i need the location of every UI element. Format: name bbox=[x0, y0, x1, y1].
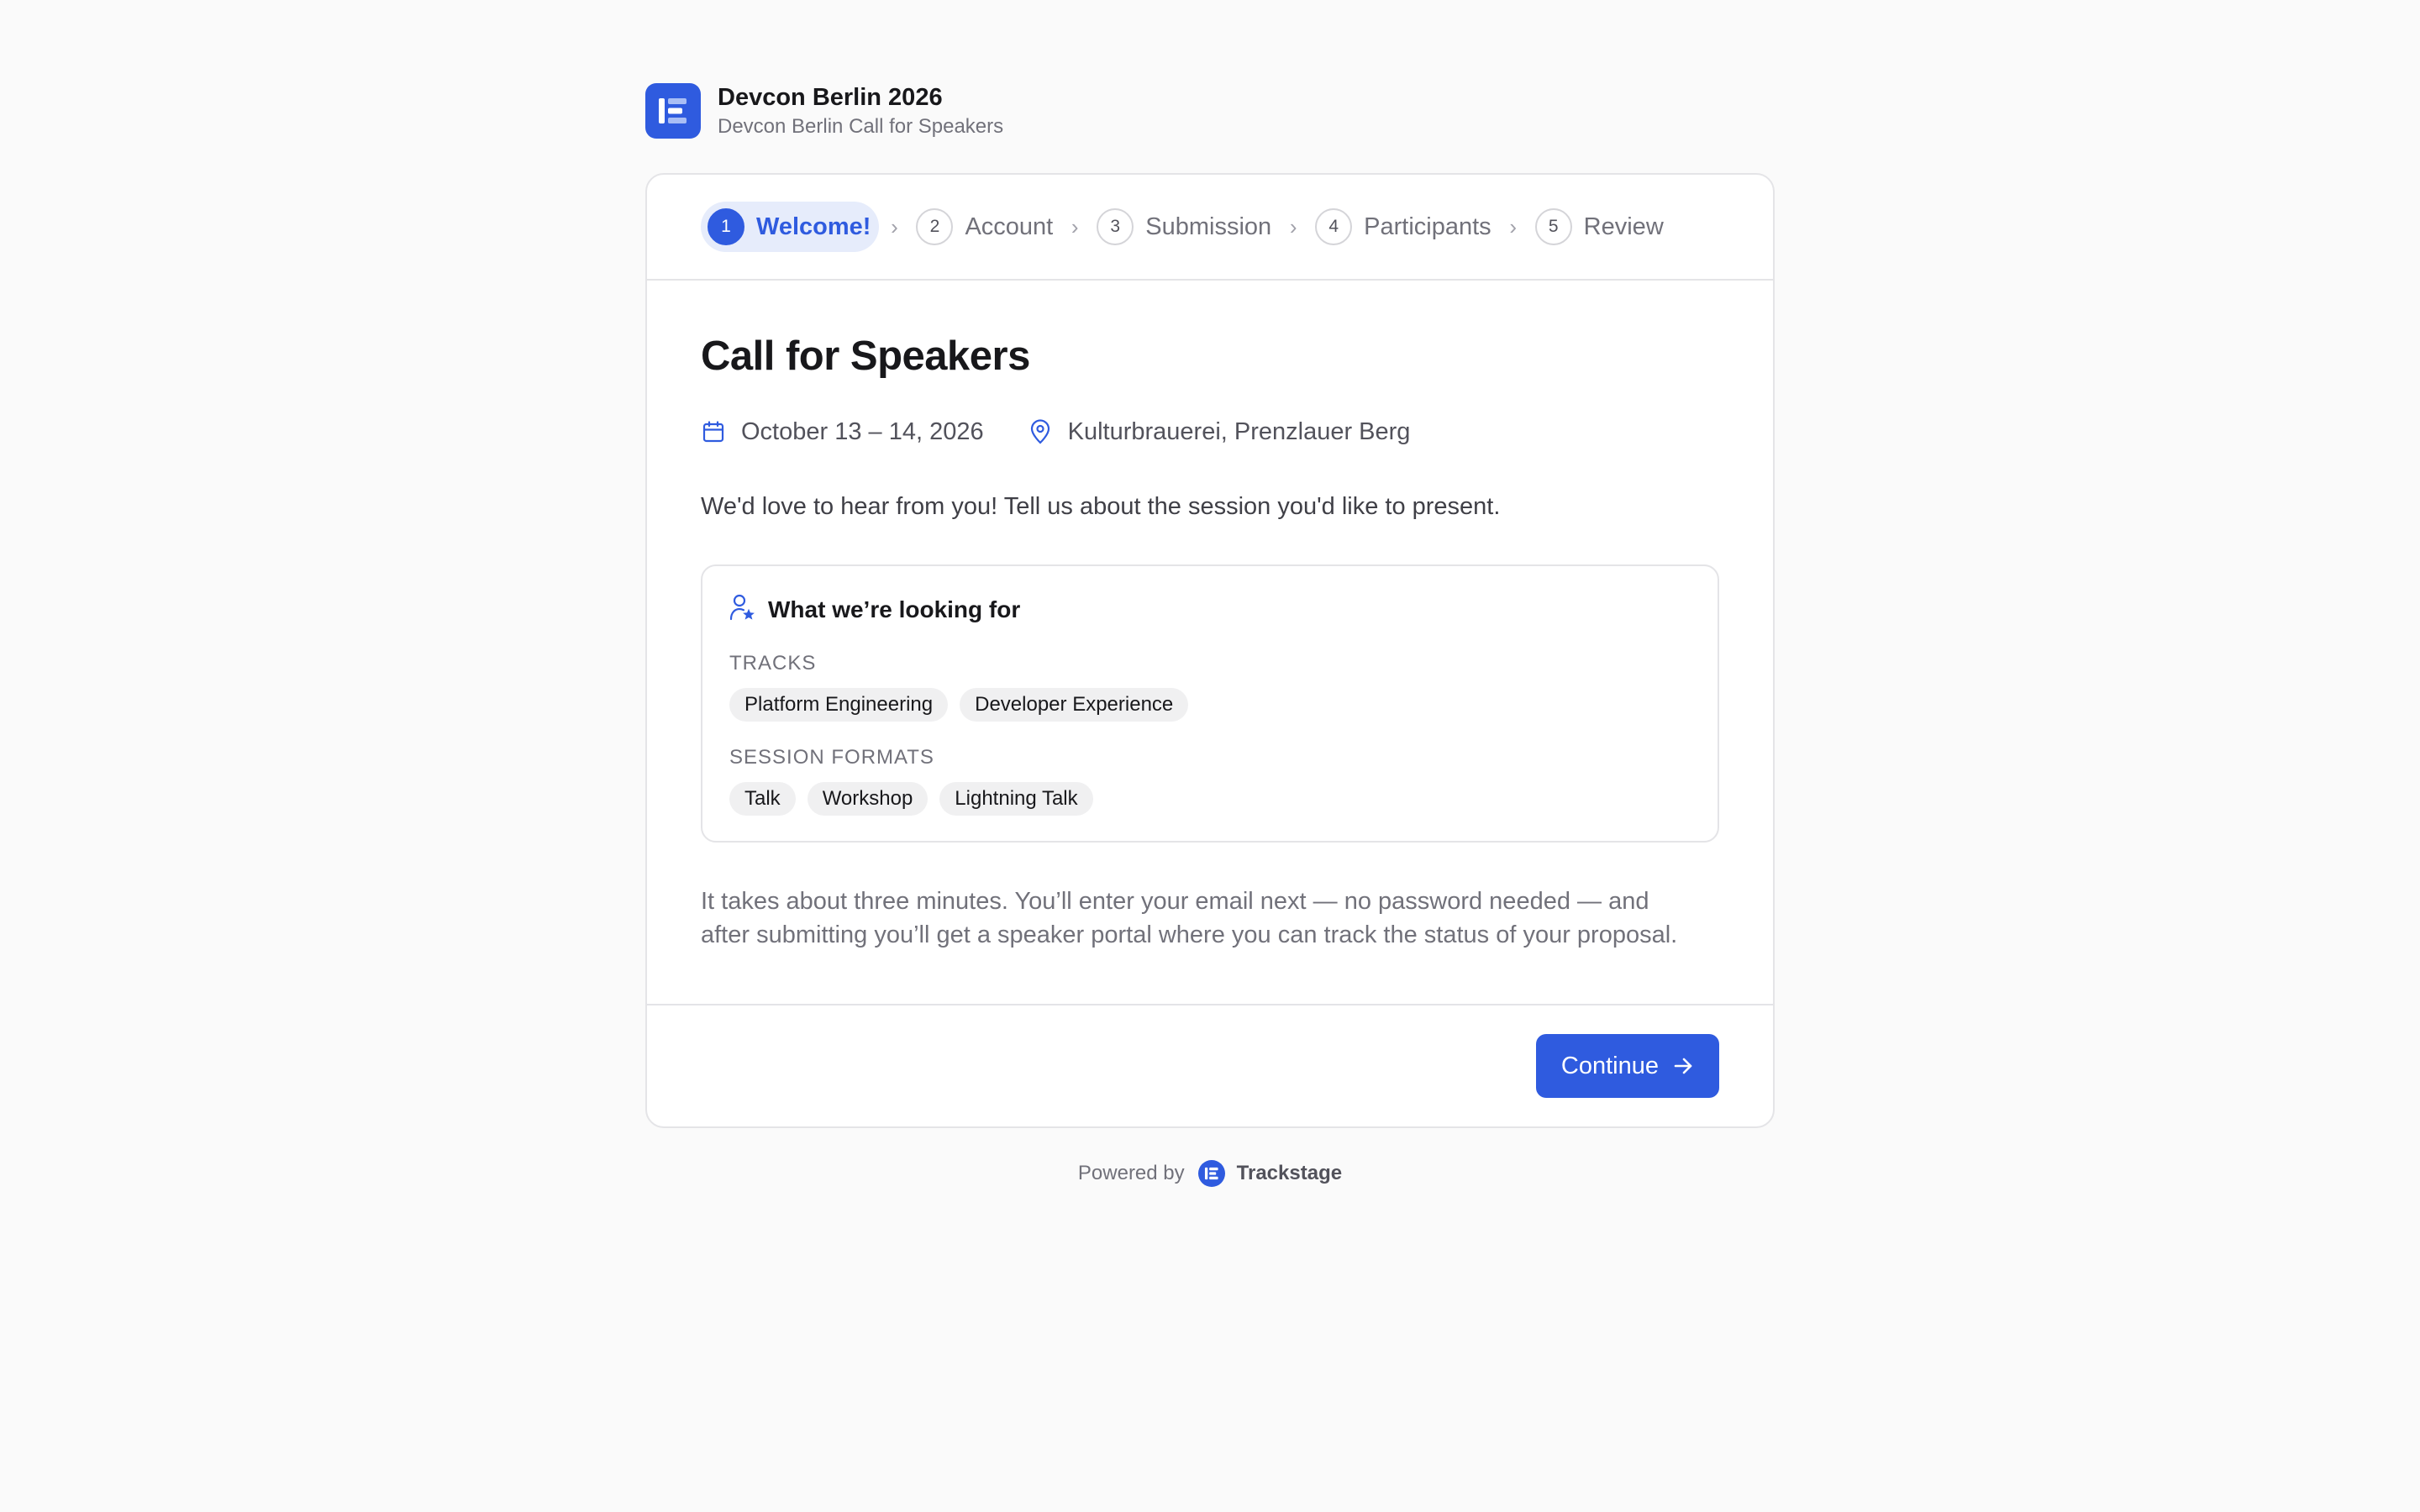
event-date: October 13 – 14, 2026 bbox=[701, 418, 984, 446]
user-star-icon bbox=[729, 593, 755, 626]
event-subtitle: Devcon Berlin Call for Speakers bbox=[718, 114, 1004, 138]
stepper: 1 Welcome! › 2 Account › 3 Submission › … bbox=[647, 175, 1773, 281]
arrow-right-icon bbox=[1672, 1055, 1694, 1077]
powered-by: Powered by Trackstage bbox=[645, 1160, 1775, 1187]
chevron-right-icon: › bbox=[1289, 213, 1297, 239]
outro-line: after submitting you’ll get a speaker po… bbox=[701, 921, 1678, 948]
outro-text: It takes about three minutes. You’ll ent… bbox=[701, 885, 1719, 1004]
card-footer: Continue bbox=[647, 1004, 1773, 1126]
step-account[interactable]: 2 Account bbox=[909, 202, 1060, 252]
looking-for-title: What we’re looking for bbox=[768, 596, 1021, 622]
step-number: 4 bbox=[1315, 208, 1353, 245]
event-meta: October 13 – 14, 2026 Kulturbrauerei, Pr… bbox=[701, 417, 1719, 447]
step-label: Account bbox=[965, 213, 1054, 240]
continue-button[interactable]: Continue bbox=[1535, 1034, 1719, 1098]
date-text: October 13 – 14, 2026 bbox=[741, 417, 984, 445]
calendar-icon bbox=[701, 419, 726, 444]
card-content: Call for Speakers October 13 – 14, 2026 bbox=[647, 281, 1773, 1004]
step-welcome[interactable]: 1 Welcome! bbox=[701, 202, 880, 252]
trackstage-logo bbox=[1197, 1160, 1225, 1187]
looking-for-panel: What we’re looking for TRACKS Platform E… bbox=[701, 564, 1719, 843]
formats-list: Talk Workshop Lightning Talk bbox=[729, 782, 1691, 816]
event-name: Devcon Berlin 2026 bbox=[718, 83, 943, 111]
format-chip: Workshop bbox=[807, 782, 929, 816]
step-number: 5 bbox=[1534, 208, 1572, 245]
track-chip: Developer Experience bbox=[960, 688, 1189, 722]
continue-label: Continue bbox=[1560, 1052, 1659, 1079]
chevron-right-icon: › bbox=[891, 213, 898, 239]
form-card: 1 Welcome! › 2 Account › 3 Submission › … bbox=[645, 173, 1775, 1128]
format-chip: Talk bbox=[729, 782, 796, 816]
step-number: 2 bbox=[916, 208, 954, 245]
intro-text: We'd love to hear from you! Tell us abou… bbox=[701, 493, 1501, 520]
chevron-right-icon: › bbox=[1509, 213, 1517, 239]
event-logo bbox=[645, 83, 701, 139]
event-location: Kulturbrauerei, Prenzlauer Berg bbox=[1028, 417, 1411, 446]
session-formats-label: SESSION FORMATS bbox=[729, 746, 934, 769]
step-label: Participants bbox=[1364, 213, 1491, 240]
chevron-right-icon: › bbox=[1071, 213, 1079, 239]
step-submission[interactable]: 3 Submission bbox=[1090, 202, 1278, 252]
step-label: Submission bbox=[1145, 213, 1272, 240]
step-participants[interactable]: 4 Participants bbox=[1308, 202, 1498, 252]
powered-by-text: Powered by bbox=[1077, 1162, 1185, 1184]
event-header: Devcon Berlin 2026 Devcon Berlin Call fo… bbox=[645, 83, 1775, 139]
location-text: Kulturbrauerei, Prenzlauer Berg bbox=[1067, 417, 1411, 445]
map-pin-icon bbox=[1028, 419, 1053, 444]
step-number: 1 bbox=[708, 208, 744, 245]
outro-line: It takes about three minutes. You’ll ent… bbox=[701, 888, 1649, 915]
track-chip: Platform Engineering bbox=[729, 688, 949, 722]
tracks-label: TRACKS bbox=[729, 652, 817, 675]
trackstage-link[interactable]: Trackstage bbox=[1237, 1162, 1342, 1185]
step-review[interactable]: 5 Review bbox=[1528, 202, 1670, 252]
format-chip: Lightning Talk bbox=[939, 782, 1093, 816]
page: Devcon Berlin 2026 Devcon Berlin Call fo… bbox=[645, 83, 1775, 1187]
tracks-list: Platform Engineering Developer Experienc… bbox=[729, 688, 1691, 722]
step-number: 3 bbox=[1097, 208, 1134, 245]
step-label: Welcome! bbox=[756, 213, 871, 240]
step-label: Review bbox=[1583, 213, 1664, 240]
page-title: Call for Speakers bbox=[701, 333, 1030, 379]
